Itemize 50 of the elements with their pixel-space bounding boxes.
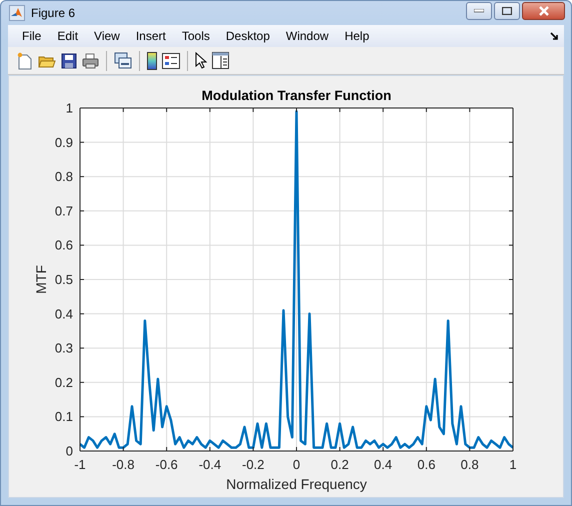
y-tick-label: 0.5: [54, 272, 73, 287]
app-logo-icon: [9, 5, 25, 21]
x-axis-label: Normalized Frequency: [226, 476, 367, 492]
x-tick-label: -1: [74, 457, 86, 472]
x-tick-label: -0.8: [112, 457, 134, 472]
menu-item[interactable]: File: [14, 27, 50, 45]
dock-arrow-icon[interactable]: [550, 32, 559, 40]
y-tick-label: 0: [66, 444, 73, 458]
print-icon[interactable]: [82, 52, 99, 68]
y-tick-label: 0.2: [54, 374, 73, 390]
close-icon: [538, 6, 548, 16]
window-title: Figure 6: [31, 6, 76, 20]
y-tick-label: 1: [66, 100, 73, 116]
x-tick-label: -0.4: [198, 457, 222, 472]
x-tick-label: 1: [509, 457, 517, 472]
y-tick-label: 0.3: [54, 340, 73, 356]
chart-title: Modulation Transfer Function: [202, 88, 392, 103]
close-button[interactable]: [522, 2, 565, 20]
x-tick-label: 0.4: [374, 457, 392, 472]
y-tick-label: 0.4: [54, 306, 73, 322]
menu-item[interactable]: Help: [336, 27, 378, 45]
y-axis-label: MTF: [33, 265, 49, 294]
menu-item[interactable]: Tools: [174, 27, 218, 45]
y-tick-label: 0.7: [54, 203, 73, 218]
menu-item[interactable]: View: [86, 27, 128, 45]
linked-windows-icon[interactable]: [114, 52, 132, 69]
x-tick-label: 0.8: [460, 457, 479, 472]
legend-icon[interactable]: [162, 52, 180, 68]
y-tick-label: 0.6: [54, 238, 73, 253]
maximize-icon: [502, 7, 512, 15]
x-tick-label: 0.6: [417, 457, 436, 472]
y-tick-label: 0.1: [54, 409, 73, 424]
save-icon[interactable]: [61, 52, 77, 68]
menu-item[interactable]: Edit: [49, 27, 86, 45]
colorbar-icon[interactable]: [147, 52, 157, 70]
minimize-button[interactable]: [466, 2, 492, 20]
menu-item[interactable]: Insert: [128, 27, 174, 45]
new-file-icon[interactable]: [17, 52, 33, 70]
menu-item[interactable]: Desktop: [218, 27, 278, 45]
maximize-button[interactable]: [494, 2, 520, 20]
panel-layout-icon[interactable]: [212, 52, 229, 69]
x-tick-label: 0: [292, 457, 300, 472]
x-tick-label: -0.2: [242, 457, 264, 472]
x-tick-label: 0.2: [330, 457, 349, 472]
pointer-arrow-icon[interactable]: [195, 52, 207, 69]
y-tick-label: 0.8: [54, 169, 73, 184]
menu-item[interactable]: Window: [278, 27, 337, 45]
minimize-icon: [474, 9, 484, 13]
x-tick-label: -0.6: [155, 457, 178, 472]
y-tick-label: 0.9: [54, 134, 73, 150]
